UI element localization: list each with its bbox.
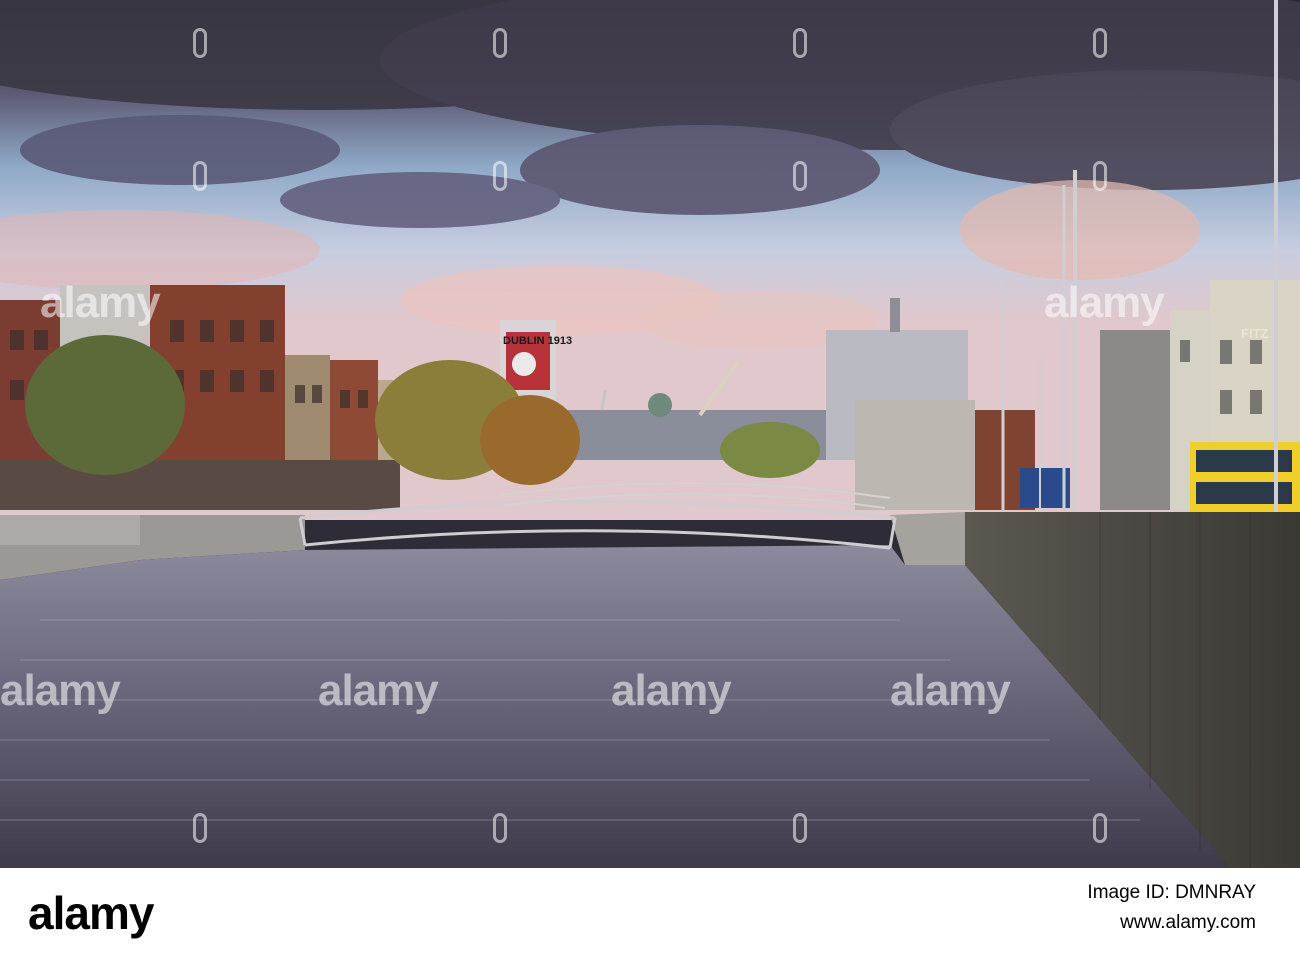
watermark-marker-icon	[493, 28, 507, 58]
watermark-marker-icon	[793, 161, 807, 191]
watermark-center-left: alamy	[318, 666, 439, 715]
watermark-marker-icon	[493, 813, 507, 843]
site-url-link[interactable]: www.alamy.com	[1120, 912, 1256, 934]
watermark-marker-icon	[793, 28, 807, 58]
watermark-marker-icon	[1093, 28, 1107, 58]
watermark-left: alamy	[0, 666, 121, 715]
left-railing	[0, 515, 140, 545]
watermark-top-left: alamy	[40, 278, 161, 327]
watermark-marker-icon	[793, 813, 807, 843]
watermark-marker-icon	[193, 161, 207, 191]
alamy-logo[interactable]: alamy	[28, 886, 154, 940]
watermark-marker-icon	[193, 28, 207, 58]
watermark-marker-icon	[1093, 161, 1107, 191]
image-id-label: Image ID: DMNRAY	[1087, 882, 1256, 903]
watermark-marker-icon	[1093, 813, 1107, 843]
watermark-center-right: alamy	[611, 666, 732, 715]
right-quay-step	[890, 512, 965, 565]
river-scene-illustration	[0, 0, 1300, 868]
billboard-text: DUBLIN 1913	[503, 335, 573, 347]
watermark-top-right: alamy	[1044, 278, 1165, 327]
shop-sign: FITZ	[1241, 326, 1269, 341]
watermark-right: alamy	[890, 666, 1011, 715]
watermark-marker-icon	[493, 161, 507, 191]
footer-bar: alamy Image ID: DMNRAY www.alamy.com	[0, 868, 1300, 956]
watermark-marker-icon	[193, 813, 207, 843]
photo: DUBLIN 1913 FITZ alamy alamy alamy alamy…	[0, 0, 1300, 868]
